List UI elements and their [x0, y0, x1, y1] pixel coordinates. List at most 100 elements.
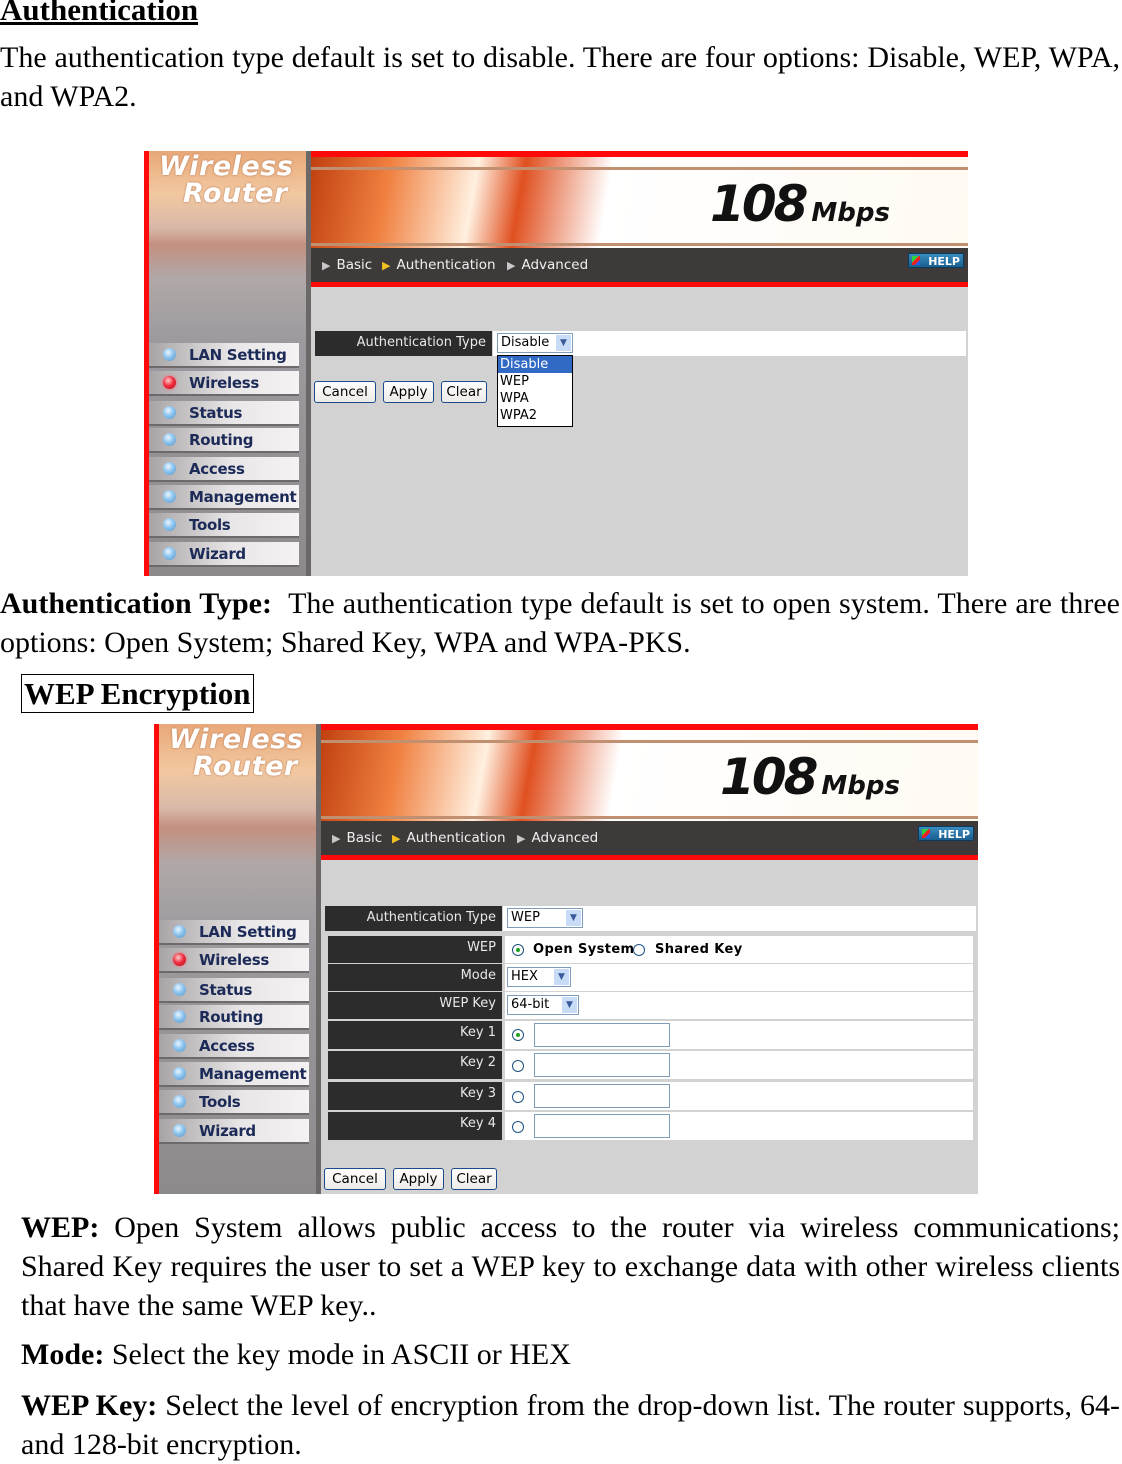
apply-button[interactable]: Apply — [383, 381, 434, 403]
wep-key-paragraph: WEP Key: Select the level of encryption … — [21, 1389, 1120, 1461]
bullet-icon — [173, 1067, 186, 1080]
help-button[interactable]: HELP — [918, 826, 974, 841]
key-3-radio[interactable] — [512, 1091, 524, 1103]
nav-advanced[interactable]: ▶ Advanced — [517, 830, 598, 846]
key-4-radio[interactable] — [512, 1121, 524, 1133]
key-4-label: Key 4 — [328, 1112, 502, 1140]
key-3-input[interactable] — [534, 1084, 670, 1108]
bullet-icon — [173, 1095, 186, 1108]
help-icon — [922, 829, 930, 838]
nav-authentication[interactable]: ▶ Authentication — [382, 257, 496, 273]
option-wpa[interactable]: WPA — [498, 390, 572, 407]
chevron-down-icon: ▼ — [556, 335, 571, 351]
sidebar-item-lan-setting[interactable]: LAN Setting — [159, 920, 309, 945]
bullet-icon — [163, 547, 176, 560]
option-disable[interactable]: Disable — [498, 356, 572, 373]
wep-term: WEP: — [21, 1211, 100, 1244]
bullet-icon — [173, 983, 186, 996]
bullet-icon — [163, 348, 176, 361]
nav-basic[interactable]: ▶ Basic — [322, 257, 372, 273]
sidebar-item-tools[interactable]: Tools — [159, 1090, 309, 1115]
bullet-icon — [163, 462, 176, 475]
sidebar-item-routing[interactable]: Routing — [159, 1005, 309, 1030]
key-4-input[interactable] — [534, 1114, 670, 1138]
header-banner: 108 Mbps — [321, 724, 978, 827]
header-banner: 108 Mbps — [311, 151, 968, 254]
wep-key-select[interactable]: 64-bit ▼ — [507, 995, 579, 1015]
shared-key-label: Shared Key — [655, 942, 743, 957]
auth-type-select[interactable]: WEP ▼ — [507, 908, 583, 928]
auth-type-term: Authentication Type: — [0, 587, 272, 620]
bullet-icon — [163, 406, 176, 419]
sidebar-item-wireless[interactable]: Wireless — [159, 948, 309, 973]
auth-type-label: Authentication Type — [325, 906, 502, 931]
sidebar-item-management[interactable]: Management — [149, 485, 299, 510]
shared-key-radio[interactable] — [633, 944, 645, 956]
wep-label: WEP — [328, 936, 502, 963]
sidebar-item-wireless[interactable]: Wireless — [149, 371, 299, 396]
mode-label: Mode — [328, 964, 502, 991]
sidebar-item-access[interactable]: Access — [159, 1034, 309, 1059]
triangle-right-icon: ▶ — [517, 832, 526, 845]
open-system-label: Open System — [533, 942, 635, 957]
wep-paragraph: WEP: Open System allows public access to… — [21, 1211, 1121, 1322]
section-heading: Authentication — [0, 0, 199, 27]
auth-type-paragraph: Authentication Type: The authentication … — [0, 587, 1120, 659]
key-3-label: Key 3 — [328, 1082, 502, 1110]
cancel-button[interactable]: Cancel — [324, 1168, 386, 1190]
sidebar-item-management[interactable]: Management — [159, 1062, 309, 1087]
sidebar-item-wizard[interactable]: Wizard — [159, 1119, 309, 1144]
triangle-right-icon: ▶ — [332, 832, 341, 845]
bullet-icon — [173, 925, 186, 938]
chevron-down-icon: ▼ — [554, 969, 569, 985]
sidebar-item-routing[interactable]: Routing — [149, 428, 299, 453]
key-1-radio[interactable] — [512, 1029, 524, 1041]
mode-paragraph: Mode: Select the key mode in ASCII or HE… — [21, 1338, 571, 1371]
chevron-down-icon: ▼ — [566, 910, 581, 926]
triangle-right-icon: ▶ — [392, 832, 401, 845]
apply-button[interactable]: Apply — [393, 1168, 444, 1190]
bullet-icon — [173, 1010, 186, 1023]
mode-term: Mode: — [21, 1338, 105, 1371]
active-bullet-icon — [173, 953, 186, 966]
wireless-router-logo: Wireless Router — [159, 151, 294, 209]
router-screenshot-disable: Wireless Router 108 Mbps ▶ Basic ▶ Authenti… — [144, 151, 968, 576]
wep-encryption-heading: WEP Encryption — [21, 674, 254, 713]
sidebar-item-status[interactable]: Status — [159, 978, 309, 1003]
open-system-radio[interactable] — [512, 944, 524, 956]
bullet-icon — [173, 1039, 186, 1052]
auth-type-label: Authentication Type — [315, 331, 492, 356]
cancel-button[interactable]: Cancel — [314, 381, 376, 403]
active-bullet-icon — [163, 376, 176, 389]
help-icon — [912, 256, 920, 265]
top-nav: ▶ Basic ▶ Authentication ▶ Advanced HELP — [311, 248, 968, 287]
bullet-icon — [173, 1124, 186, 1137]
sidebar-item-wizard[interactable]: Wizard — [149, 542, 299, 567]
nav-authentication[interactable]: ▶ Authentication — [392, 830, 506, 846]
nav-basic[interactable]: ▶ Basic — [332, 830, 382, 846]
key-2-radio[interactable] — [512, 1060, 524, 1072]
triangle-right-icon: ▶ — [382, 259, 391, 272]
auth-type-dropdown: Disable WEP WPA WPA2 — [497, 355, 573, 427]
key-2-input[interactable] — [534, 1053, 670, 1077]
triangle-right-icon: ▶ — [322, 259, 331, 272]
triangle-right-icon: ▶ — [507, 259, 516, 272]
mode-select[interactable]: HEX ▼ — [507, 967, 571, 987]
key-1-input[interactable] — [534, 1023, 670, 1047]
sidebar-item-tools[interactable]: Tools — [149, 513, 299, 538]
sidebar-item-lan-setting[interactable]: LAN Setting — [149, 343, 299, 368]
key-1-label: Key 1 — [328, 1021, 502, 1049]
help-button[interactable]: HELP — [908, 253, 964, 268]
auth-type-select[interactable]: Disable ▼ — [497, 333, 573, 353]
option-wpa2[interactable]: WPA2 — [498, 407, 572, 424]
sidebar-item-access[interactable]: Access — [149, 457, 299, 482]
nav-advanced[interactable]: ▶ Advanced — [507, 257, 588, 273]
bullet-icon — [163, 433, 176, 446]
option-wep[interactable]: WEP — [498, 373, 572, 390]
wireless-router-logo: Wireless Router — [169, 724, 304, 782]
sidebar-item-status[interactable]: Status — [149, 401, 299, 426]
brand-108mbps: 108 Mbps — [720, 748, 900, 806]
clear-button[interactable]: Clear — [441, 381, 487, 403]
clear-button[interactable]: Clear — [451, 1168, 497, 1190]
key-2-label: Key 2 — [328, 1051, 502, 1079]
